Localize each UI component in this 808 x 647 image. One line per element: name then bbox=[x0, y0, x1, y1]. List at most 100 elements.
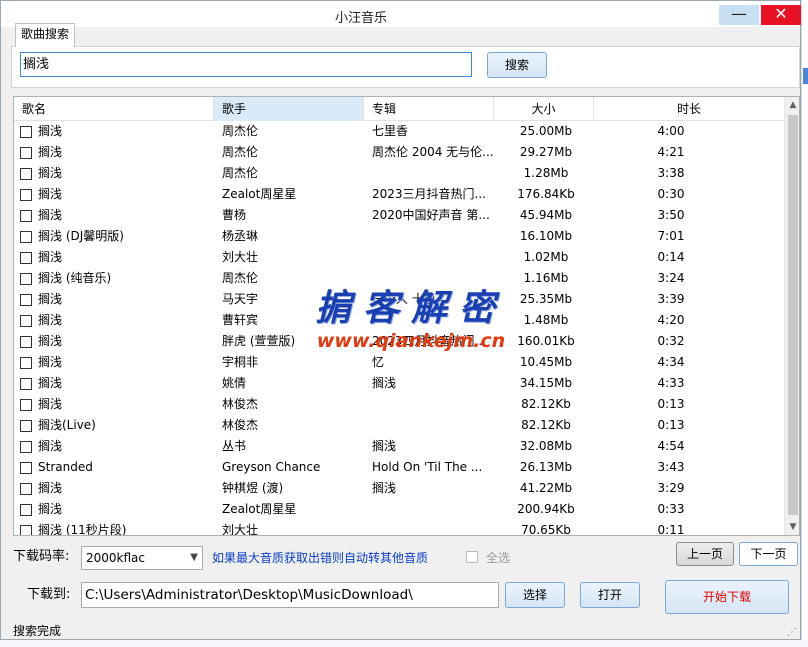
row-checkbox[interactable] bbox=[20, 504, 32, 516]
song-duration: 7:01 bbox=[657, 229, 685, 243]
choose-folder-button[interactable]: 选择 bbox=[505, 582, 565, 608]
song-album: 搁浅 bbox=[372, 481, 397, 495]
open-folder-button[interactable]: 打开 bbox=[580, 582, 640, 608]
table-row[interactable]: 搁浅 周杰伦 周杰伦 2004 无与伦... 29.27Mb 4:21 bbox=[14, 142, 784, 163]
select-all-label: 全选 bbox=[486, 551, 511, 565]
row-checkbox[interactable] bbox=[20, 357, 32, 369]
table-row[interactable]: 搁浅 周杰伦 1.28Mb 3:38 bbox=[14, 163, 784, 184]
song-size: 32.08Mb bbox=[519, 439, 573, 453]
start-download-button[interactable]: 开始下载 bbox=[665, 580, 789, 614]
list-header: 歌名 歌手 专辑 大小 时长 bbox=[14, 97, 784, 121]
column-header-size[interactable]: 大小 bbox=[494, 97, 594, 121]
minimize-button[interactable]: — bbox=[719, 5, 759, 25]
song-artist: 胖虎 (萱萱版) bbox=[222, 334, 296, 348]
column-header-duration[interactable]: 时长 bbox=[594, 97, 784, 121]
next-page-button[interactable]: 下一页 bbox=[739, 542, 798, 566]
table-row[interactable]: 搁浅 (11秒片段) 刘大壮 70.65Kb 0:11 bbox=[14, 520, 784, 535]
row-checkbox[interactable] bbox=[20, 399, 32, 411]
scroll-up-icon[interactable]: ▲ bbox=[785, 97, 799, 113]
song-album bbox=[372, 415, 497, 436]
row-checkbox[interactable] bbox=[20, 336, 32, 348]
table-row[interactable]: 搁浅(Live) 林俊杰 82.12Kb 0:13 bbox=[14, 415, 784, 436]
scroll-down-icon[interactable]: ▼ bbox=[785, 519, 799, 535]
song-size: 70.65Kb bbox=[521, 523, 571, 535]
download-path-input[interactable]: C:\Users\Administrator\Desktop\MusicDown… bbox=[81, 582, 499, 608]
row-checkbox[interactable] bbox=[20, 378, 32, 390]
column-header-artist[interactable]: 歌手 bbox=[214, 97, 364, 121]
select-all-checkbox[interactable] bbox=[466, 551, 478, 563]
table-row[interactable]: 搁浅 林俊杰 82.12Kb 0:13 bbox=[14, 394, 784, 415]
song-duration: 0:13 bbox=[657, 397, 685, 411]
song-name: 搁浅 bbox=[38, 250, 63, 264]
table-row[interactable]: 搁浅 丛书 搁浅 32.08Mb 4:54 bbox=[14, 436, 784, 457]
song-duration: 4:00 bbox=[657, 124, 685, 138]
title-bar: 小汪音乐 — ✕ bbox=[1, 1, 801, 27]
search-button[interactable]: 搜索 bbox=[487, 52, 547, 78]
column-header-album[interactable]: 专辑 bbox=[364, 97, 494, 121]
table-row[interactable]: 搁浅 曹轩宾 1.48Mb 4:20 bbox=[14, 310, 784, 331]
table-row[interactable]: 搁浅 周杰伦 七里香 25.00Mb 4:00 bbox=[14, 121, 784, 142]
song-name: 搁浅 bbox=[38, 313, 63, 327]
song-name: 搁浅 (11秒片段) bbox=[38, 523, 127, 535]
song-name: 搁浅 bbox=[38, 481, 63, 495]
table-row[interactable]: 搁浅 宇桐非 忆 10.45Mb 4:34 bbox=[14, 352, 784, 373]
row-checkbox[interactable] bbox=[20, 252, 32, 264]
row-checkbox[interactable] bbox=[20, 273, 32, 285]
table-row[interactable]: 搁浅 (纯音乐) 周杰伦 1.16Mb 3:24 bbox=[14, 268, 784, 289]
song-duration: 3:29 bbox=[657, 481, 685, 495]
song-size: 1.16Mb bbox=[523, 271, 569, 285]
table-row[interactable]: 搁浅 Zealot周星星 2023三月抖音热门... 176.84Kb 0:30 bbox=[14, 184, 784, 205]
background-blue-mark bbox=[803, 68, 808, 84]
table-row[interactable]: 搁浅 Zealot周星星 200.94Kb 0:33 bbox=[14, 499, 784, 520]
song-name: 搁浅(Live) bbox=[38, 418, 96, 432]
row-checkbox[interactable] bbox=[20, 231, 32, 243]
app-window: 小汪音乐 — ✕ 歌曲搜索 搁浅 搜索 歌名 歌手 专辑 大小 时长 搁浅 周杰伦… bbox=[0, 0, 801, 640]
table-row[interactable]: 搁浅 (DJ馨明版) 杨丞琳 16.10Mb 7:01 bbox=[14, 226, 784, 247]
song-size: 10.45Mb bbox=[519, 355, 573, 369]
table-row[interactable]: 搁浅 胖虎 (萱萱版) 2023四月抖音热门... 160.01Kb 0:32 bbox=[14, 331, 784, 352]
song-name: 搁浅 bbox=[38, 208, 63, 222]
vertical-scrollbar[interactable]: ▲ ▼ bbox=[784, 97, 799, 535]
scroll-thumb[interactable] bbox=[788, 115, 798, 515]
table-row[interactable]: 搁浅 姚倩 搁浅 34.15Mb 4:33 bbox=[14, 373, 784, 394]
row-checkbox[interactable] bbox=[20, 147, 32, 159]
table-row[interactable]: 搁浅 钟棋煜 (渡) 搁浅 41.22Mb 3:29 bbox=[14, 478, 784, 499]
row-checkbox[interactable] bbox=[20, 420, 32, 432]
row-checkbox[interactable] bbox=[20, 483, 32, 495]
row-checkbox[interactable] bbox=[20, 441, 32, 453]
background-bottom-row bbox=[0, 640, 808, 647]
search-input[interactable]: 搁浅 bbox=[20, 52, 472, 77]
table-row[interactable]: 搁浅 曹杨 2020中国好声音 第... 45.94Mb 3:50 bbox=[14, 205, 784, 226]
table-row[interactable]: 搁浅 刘大壮 1.02Mb 0:14 bbox=[14, 247, 784, 268]
resize-grip-icon[interactable]: ⋰ bbox=[787, 627, 797, 638]
song-artist: 曹轩宾 bbox=[222, 313, 259, 327]
bitrate-select[interactable]: 2000kflac ▼ bbox=[81, 546, 203, 570]
prev-page-button[interactable]: 上一页 bbox=[676, 542, 734, 566]
song-album bbox=[372, 520, 497, 535]
song-size: 160.01Kb bbox=[517, 334, 575, 348]
song-duration: 0:32 bbox=[657, 334, 685, 348]
table-row[interactable]: Stranded Greyson Chance Hold On 'Til The .… bbox=[14, 457, 784, 478]
row-checkbox[interactable] bbox=[20, 294, 32, 306]
close-button[interactable]: ✕ bbox=[761, 5, 801, 25]
row-checkbox[interactable] bbox=[20, 126, 32, 138]
tab-song-search[interactable]: 歌曲搜索 bbox=[15, 23, 75, 47]
song-album: 搁浅 bbox=[372, 439, 397, 453]
table-row[interactable]: 搁浅 马天宇 一个人 十色 25.35Mb 3:39 bbox=[14, 289, 784, 310]
song-artist: 钟棋煜 (渡) bbox=[222, 481, 284, 495]
row-checkbox[interactable] bbox=[20, 189, 32, 201]
row-checkbox[interactable] bbox=[20, 315, 32, 327]
row-checkbox[interactable] bbox=[20, 525, 32, 535]
row-checkbox[interactable] bbox=[20, 462, 32, 474]
song-album bbox=[372, 310, 497, 331]
song-size: 1.02Mb bbox=[523, 250, 569, 264]
song-duration: 4:34 bbox=[657, 355, 685, 369]
song-size: 1.48Mb bbox=[523, 313, 569, 327]
row-checkbox[interactable] bbox=[20, 168, 32, 180]
song-duration: 0:33 bbox=[657, 502, 685, 516]
song-name: 搁浅 bbox=[38, 187, 63, 201]
row-checkbox[interactable] bbox=[20, 210, 32, 222]
song-size: 34.15Mb bbox=[519, 376, 573, 390]
column-header-name[interactable]: 歌名 bbox=[14, 97, 214, 121]
song-artist: Greyson Chance bbox=[222, 460, 321, 474]
